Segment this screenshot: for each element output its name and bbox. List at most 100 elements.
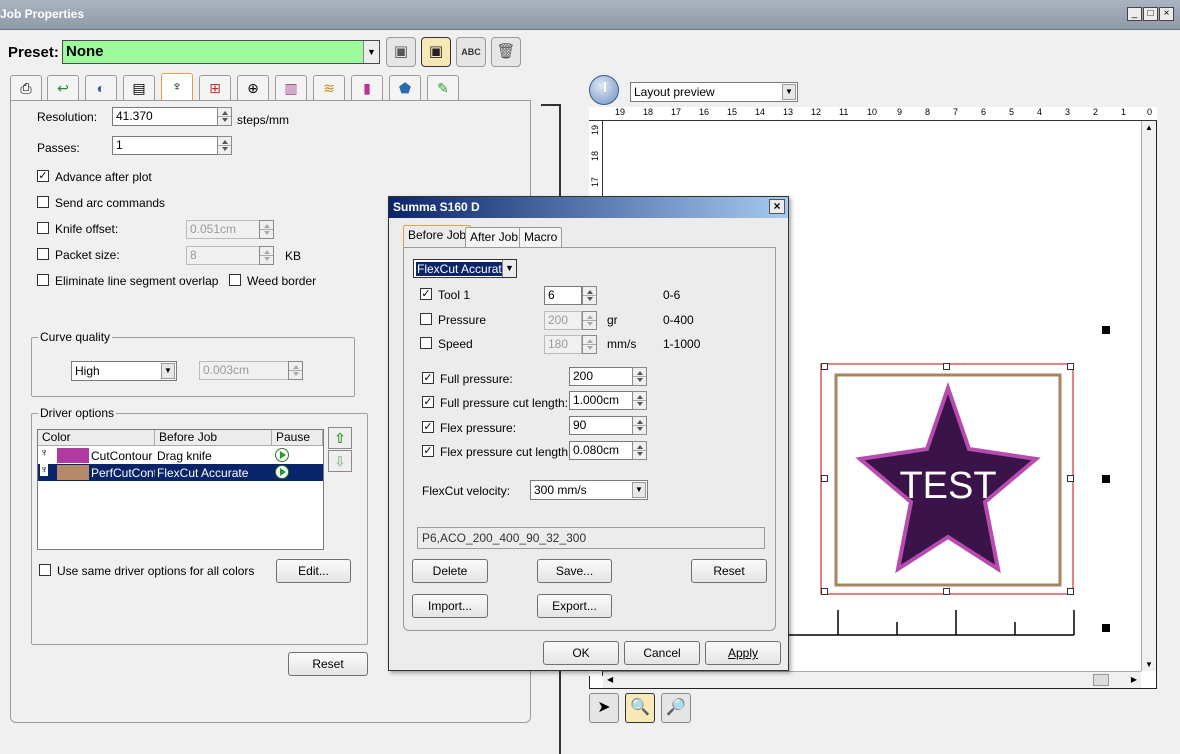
media-handle[interactable]	[1102, 475, 1110, 483]
chevron-down-icon[interactable]: ▼	[161, 363, 175, 379]
advance-after-plot-checkbox[interactable]: ✓	[37, 170, 49, 182]
curve-tolerance-stepper[interactable]	[288, 361, 303, 380]
select-tool-button[interactable]: ➤	[589, 693, 619, 723]
delete-button[interactable]: Delete	[412, 559, 488, 583]
selection-handle[interactable]	[821, 363, 828, 370]
knife-offset-checkbox[interactable]	[37, 222, 49, 234]
selection-handle[interactable]	[821, 475, 828, 482]
edit-button[interactable]: Edit...	[276, 559, 351, 583]
minimize-button[interactable]: _	[1127, 7, 1142, 21]
full-pressure-cut-length-checkbox[interactable]: ✓	[422, 396, 434, 408]
resolution-stepper[interactable]	[217, 107, 232, 126]
selection-handle[interactable]	[821, 588, 828, 595]
media-handle[interactable]	[1102, 326, 1110, 334]
tab-general[interactable]: ⎙	[10, 75, 42, 100]
import-button[interactable]: Import...	[412, 594, 488, 618]
artwork-preview[interactable]: TEST	[820, 362, 1076, 598]
pressure-checkbox[interactable]	[420, 313, 432, 325]
knife-offset-stepper[interactable]	[259, 220, 274, 239]
selection-handle[interactable]	[1067, 475, 1074, 482]
tab-layout[interactable]: ▤	[123, 75, 155, 100]
preset-select[interactable]: None ▼	[62, 40, 380, 64]
cancel-button[interactable]: Cancel	[624, 641, 700, 665]
full-pressure-checkbox[interactable]: ✓	[422, 372, 434, 384]
close-icon[interactable]: ×	[769, 199, 785, 214]
save-preset-button[interactable]: ▣	[386, 37, 416, 67]
clock-icon[interactable]	[589, 75, 619, 105]
scroll-left-icon[interactable]: ◀	[607, 675, 613, 684]
resolution-field[interactable]: 41.370	[112, 107, 218, 126]
column-header-color[interactable]: Color	[38, 430, 155, 446]
flex-pressure-stepper[interactable]	[632, 416, 647, 435]
eliminate-overlap-checkbox[interactable]	[37, 274, 49, 286]
tab-layers[interactable]: ≋	[313, 75, 345, 100]
apply-button[interactable]: Apply	[705, 641, 781, 665]
full-pressure-cut-length-field[interactable]: 1.000cm	[569, 391, 633, 410]
weed-border-checkbox[interactable]	[229, 274, 241, 286]
knife-offset-field[interactable]: 0.051cm	[186, 220, 260, 239]
preview-mode-select[interactable]: Layout preview ▼	[630, 82, 798, 102]
scroll-thumb[interactable]	[1093, 674, 1109, 686]
packet-size-checkbox[interactable]	[37, 248, 49, 260]
column-header-pause[interactable]: Pause	[272, 430, 323, 446]
play-icon[interactable]	[275, 448, 289, 462]
pressure-field[interactable]: 200	[544, 311, 582, 330]
maximize-button[interactable]: □	[1143, 7, 1158, 21]
full-pressure-cut-length-stepper[interactable]	[632, 391, 647, 410]
tool1-stepper[interactable]	[582, 286, 597, 305]
tab-marks[interactable]: ⊕	[237, 75, 269, 100]
reset-button[interactable]: Reset	[288, 652, 368, 676]
chevron-down-icon[interactable]: ▼	[363, 41, 379, 63]
tab-macro[interactable]: Macro	[519, 227, 563, 247]
horizontal-scrollbar[interactable]: ◀ ▶	[603, 671, 1141, 688]
flex-pressure-cut-length-checkbox[interactable]: ✓	[422, 445, 434, 457]
tab-output[interactable]: ▥	[275, 75, 307, 100]
delete-preset-button[interactable]: 🗑	[491, 37, 521, 67]
flex-pressure-cut-length-stepper[interactable]	[632, 441, 647, 460]
tab-panel[interactable]: ⊞	[199, 75, 231, 100]
packet-size-stepper[interactable]	[259, 246, 274, 265]
vertical-scrollbar[interactable]: ▲ ▼	[1141, 121, 1156, 671]
move-up-button[interactable]: ⇧	[328, 427, 352, 449]
table-row[interactable]: ♆ CutContour Drag knife	[38, 447, 323, 464]
scroll-right-icon[interactable]: ▶	[1131, 675, 1137, 684]
tab-color[interactable]: ◐	[85, 75, 117, 100]
ok-button[interactable]: OK	[543, 641, 619, 665]
table-row[interactable]: ♆ PerfCutContour FlexCut Accurate	[38, 464, 323, 481]
flexcut-velocity-select[interactable]: 300 mm/s ▼	[530, 480, 648, 500]
tab-options[interactable]: ↩	[47, 75, 79, 100]
chevron-down-icon[interactable]: ▼	[502, 260, 516, 277]
tool1-field[interactable]: 6	[544, 286, 582, 305]
flex-pressure-field[interactable]: 90	[569, 416, 633, 435]
curve-tolerance-field[interactable]: 0.003cm	[199, 361, 289, 380]
packet-size-field[interactable]: 8	[186, 246, 260, 265]
flex-pressure-cut-length-field[interactable]: 0.080cm	[569, 441, 633, 460]
same-driver-options-checkbox[interactable]	[39, 564, 51, 576]
pressure-stepper[interactable]	[582, 311, 597, 330]
chevron-down-icon[interactable]: ▼	[782, 84, 796, 100]
tool1-checkbox[interactable]: ✓	[420, 288, 432, 300]
zoom-tool-button[interactable]: 🔍	[625, 693, 655, 723]
selection-handle[interactable]	[1067, 588, 1074, 595]
save-as-preset-button[interactable]: ▣	[421, 37, 451, 67]
mode-select[interactable]: FlexCut Accurate ▼	[413, 259, 517, 278]
full-pressure-stepper[interactable]	[632, 367, 647, 386]
scroll-up-icon[interactable]: ▲	[1145, 123, 1153, 132]
curve-quality-select[interactable]: High ▼	[71, 361, 177, 381]
tab-after-job[interactable]: After Job	[465, 227, 524, 247]
tab-color-adjust[interactable]: ▮	[351, 75, 383, 100]
flex-pressure-checkbox[interactable]: ✓	[422, 421, 434, 433]
full-pressure-field[interactable]: 200	[569, 367, 633, 386]
chevron-down-icon[interactable]: ▼	[632, 482, 646, 498]
save-button[interactable]: Save...	[537, 559, 612, 583]
media-handle[interactable]	[1102, 624, 1110, 632]
tab-before-job[interactable]: Before Job	[403, 225, 472, 248]
column-header-before-job[interactable]: Before Job	[155, 430, 272, 446]
reset-dialog-button[interactable]: Reset	[691, 559, 767, 583]
tab-cut[interactable]: ♆	[161, 73, 193, 101]
speed-checkbox[interactable]	[420, 337, 432, 349]
scroll-down-icon[interactable]: ▼	[1145, 660, 1153, 669]
move-down-button[interactable]: ⇩	[328, 450, 352, 472]
tab-material[interactable]: ⬟	[389, 75, 421, 100]
speed-field[interactable]: 180	[544, 335, 582, 354]
